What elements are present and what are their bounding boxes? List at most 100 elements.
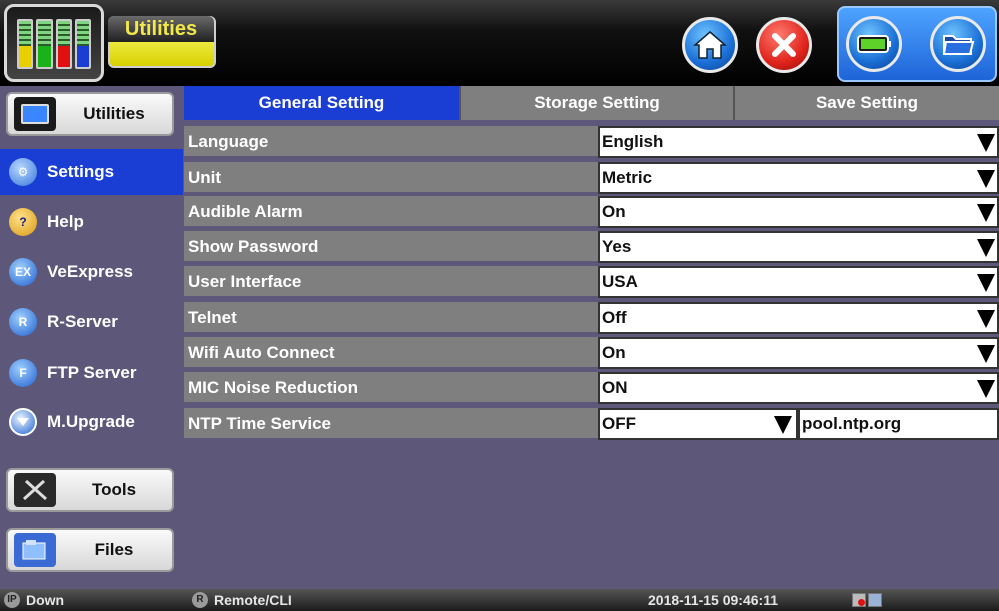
tab-save-setting[interactable]: Save Setting: [733, 86, 999, 120]
top-bar: Utilities: [0, 0, 999, 86]
setting-label: Language: [184, 126, 598, 158]
sidebar-item-help[interactable]: ? Help: [0, 199, 183, 245]
tools-button-label: Tools: [91, 480, 137, 499]
help-icon: ?: [9, 208, 37, 236]
sidebar: Utilities ⚙ Settings ? Help EX VeExpress…: [0, 86, 183, 589]
sidebar-item-label: R-Server: [47, 312, 118, 331]
select-value: On: [602, 343, 626, 362]
sidebar-item-settings[interactable]: ⚙ Settings: [0, 149, 183, 195]
sidebar-item-m-upgrade[interactable]: M.Upgrade: [0, 399, 183, 445]
setting-row-language: Language English: [184, 126, 999, 160]
select-value: English: [602, 132, 664, 151]
dropdown-arrow-icon: [977, 134, 995, 152]
home-button[interactable]: [682, 17, 738, 73]
unit-select[interactable]: Metric: [598, 162, 999, 194]
setting-row-show-password: Show Password Yes: [184, 231, 999, 265]
app-title: Utilities: [108, 16, 214, 42]
tab-general-setting[interactable]: General Setting: [184, 86, 459, 120]
sidebar-item-r-server[interactable]: R R-Server: [0, 299, 183, 345]
select-value: Yes: [602, 237, 632, 256]
monitor-icon: [14, 97, 56, 131]
setting-row-mic-noise-reduction: MIC Noise Reduction ON: [184, 372, 999, 406]
user-interface-select[interactable]: USA: [598, 266, 999, 298]
files-icon: [14, 533, 56, 567]
ip-icon: IP: [4, 592, 20, 608]
status-bar: IP Down R Remote/CLI 2018-11-15 09:46:11: [0, 589, 999, 611]
setting-label: MIC Noise Reduction: [184, 372, 598, 404]
setting-label: Show Password: [184, 231, 598, 263]
setting-row-ntp-time-service: NTP Time Service OFF pool.ntp.org: [184, 408, 999, 442]
r-server-icon: R: [9, 308, 37, 336]
tab-label: General Setting: [258, 93, 385, 112]
setting-label: Telnet: [184, 302, 598, 334]
battery-button[interactable]: [846, 16, 902, 72]
setting-label: User Interface: [184, 266, 598, 298]
battery-icon: [857, 35, 891, 53]
sidebar-item-ftp-server[interactable]: F FTP Server: [0, 350, 183, 396]
dropdown-arrow-icon: [977, 204, 995, 222]
sidebar-item-label: Settings: [47, 162, 115, 181]
tab-label: Save Setting: [815, 93, 919, 112]
dropdown-arrow-icon: [774, 416, 792, 434]
remote-status: R Remote/CLI: [192, 589, 292, 611]
app-title-tab: Utilities: [108, 16, 216, 68]
veexpress-icon: EX: [9, 258, 37, 286]
select-value: ON: [602, 378, 628, 397]
select-value: Off: [602, 308, 627, 327]
sidebar-item-label: VeExpress: [47, 262, 134, 281]
ntp-time-service-select[interactable]: OFF: [598, 408, 798, 440]
sidebar-item-label: M.Upgrade: [47, 412, 135, 431]
ip-status: IP Down: [4, 589, 64, 611]
setting-row-user-interface: User Interface USA: [184, 266, 999, 300]
app-menu-icon[interactable]: [4, 4, 104, 82]
wifi-status-icon: [868, 593, 882, 607]
datetime: 2018-11-15 09:46:11: [648, 592, 778, 608]
remote-icon: R: [192, 592, 208, 608]
sidebar-item-label: Help: [47, 212, 84, 231]
tools-button[interactable]: Tools: [6, 468, 174, 512]
ntp-server-input[interactable]: pool.ntp.org: [798, 408, 999, 440]
language-select[interactable]: English: [598, 126, 999, 158]
tab-label: Storage Setting: [534, 93, 660, 112]
setting-label: Audible Alarm: [184, 196, 598, 228]
system-button-group: [837, 6, 997, 82]
wifi-auto-connect-select[interactable]: On: [598, 337, 999, 369]
dropdown-arrow-icon: [977, 239, 995, 257]
select-value: On: [602, 202, 626, 221]
setting-row-unit: Unit Metric: [184, 162, 999, 196]
chevron-down-icon: [17, 418, 29, 426]
setting-row-telnet: Telnet Off: [184, 302, 999, 336]
status-indicators: [852, 589, 882, 611]
ftp-server-icon: F: [9, 359, 37, 387]
show-password-select[interactable]: Yes: [598, 231, 999, 263]
close-icon: [772, 33, 796, 57]
ip-status-text: Down: [26, 592, 65, 608]
utilities-button[interactable]: Utilities: [6, 92, 174, 136]
dropdown-arrow-icon: [977, 170, 995, 188]
setting-label: Wifi Auto Connect: [184, 337, 598, 369]
select-value: OFF: [602, 414, 636, 433]
select-value: USA: [602, 272, 638, 291]
gear-icon: ⚙: [9, 158, 37, 186]
select-value: Metric: [602, 168, 653, 187]
telnet-select[interactable]: Off: [598, 302, 999, 334]
sidebar-item-veexpress[interactable]: EX VeExpress: [0, 249, 183, 295]
home-icon: [693, 31, 727, 59]
files-button[interactable]: Files: [6, 528, 174, 572]
alarm-icon: [852, 593, 866, 607]
folder-button[interactable]: [930, 16, 986, 72]
dropdown-arrow-icon: [977, 380, 995, 398]
audible-alarm-select[interactable]: On: [598, 196, 999, 228]
tab-storage-setting[interactable]: Storage Setting: [459, 86, 733, 120]
dropdown-arrow-icon: [977, 310, 995, 328]
remote-status-text: Remote/CLI: [214, 592, 292, 608]
mic-noise-reduction-select[interactable]: ON: [598, 372, 999, 404]
utilities-button-label: Utilities: [83, 104, 145, 123]
files-button-label: Files: [94, 540, 134, 559]
setting-label: Unit: [184, 162, 598, 194]
folder-icon: [942, 35, 975, 55]
dropdown-arrow-icon: [977, 274, 995, 292]
tools-icon: [14, 473, 56, 507]
close-button[interactable]: [756, 17, 812, 73]
setting-row-audible-alarm: Audible Alarm On: [184, 196, 999, 230]
